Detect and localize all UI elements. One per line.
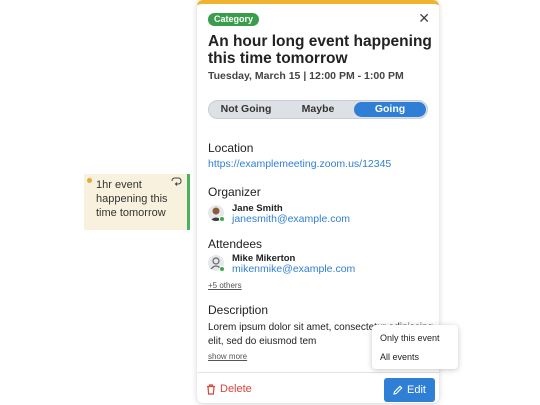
- show-more-link[interactable]: show more: [208, 352, 247, 361]
- close-icon[interactable]: ✕: [418, 10, 430, 27]
- calendar-event-chip[interactable]: 1hr event happening this time tomorrow: [84, 174, 190, 230]
- attendee-email[interactable]: mikenmike@example.com: [232, 263, 355, 275]
- online-status-dot: [219, 216, 225, 222]
- delete-label: Delete: [220, 383, 252, 395]
- trash-icon: [207, 383, 215, 395]
- delete-button[interactable]: Delete: [206, 383, 252, 395]
- edit-button[interactable]: Edit: [384, 378, 435, 402]
- online-status-dot: [219, 266, 225, 272]
- location-link[interactable]: https://examplemeeting.zoom.us/12345: [208, 158, 391, 170]
- menu-item-only-this-event[interactable]: Only this event: [380, 333, 440, 343]
- footer-divider: [197, 372, 439, 373]
- location-label: Location: [208, 141, 254, 155]
- rsvp-not-going[interactable]: Not Going: [210, 102, 282, 117]
- menu-item-all-events[interactable]: All events: [380, 352, 419, 362]
- event-title: An hour long event happening this time t…: [208, 33, 432, 67]
- edit-options-menu: Only this event All events: [372, 325, 458, 369]
- pencil-icon: [393, 385, 403, 395]
- rsvp-going[interactable]: Going: [354, 102, 426, 117]
- chip-title: 1hr event happening this time tomorrow: [96, 179, 168, 219]
- event-color-dot: [87, 178, 92, 183]
- attendees-label: Attendees: [208, 237, 263, 251]
- rsvp-maybe[interactable]: Maybe: [282, 102, 354, 117]
- more-attendees-link[interactable]: +5 others: [208, 281, 242, 290]
- rsvp-toggle: Not Going Maybe Going: [208, 100, 428, 119]
- description-label: Description: [208, 303, 269, 317]
- category-badge: Category: [208, 13, 260, 26]
- organizer-label: Organizer: [208, 185, 261, 199]
- organizer-email[interactable]: janesmith@example.com: [232, 213, 350, 225]
- event-datetime: Tuesday, March 15 | 12:00 PM - 1:00 PM: [208, 70, 404, 82]
- repeat-icon: [171, 177, 182, 186]
- edit-label: Edit: [407, 384, 426, 396]
